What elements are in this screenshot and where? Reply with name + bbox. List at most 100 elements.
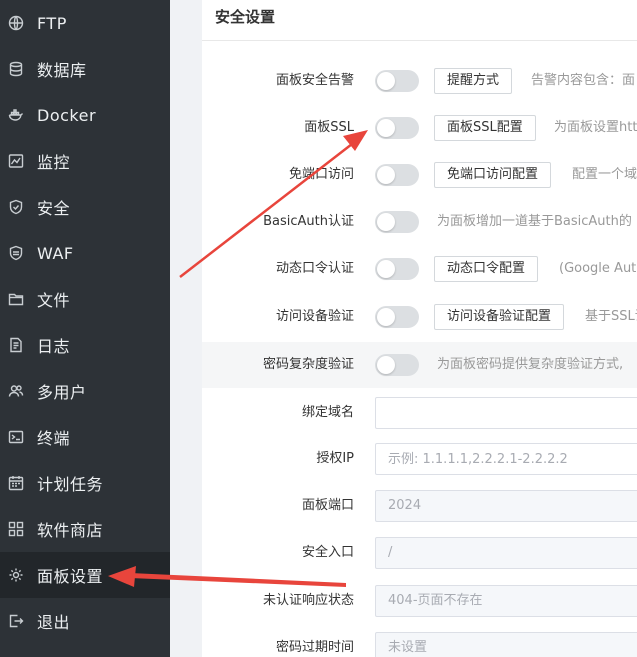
sidebar-item-docker[interactable]: Docker	[0, 92, 170, 138]
totp-toggle[interactable]	[375, 258, 419, 280]
gear-icon	[8, 567, 24, 583]
sidebar-item-label: 日志	[37, 337, 71, 356]
setting-label: 授权IP	[316, 451, 354, 466]
alert-method-button[interactable]: 提醒方式	[434, 68, 513, 94]
setting-description: 为面板设置htt	[554, 120, 637, 135]
globe-icon	[8, 15, 24, 31]
sidebar-item-label: FTP	[37, 13, 67, 33]
setting-row-portless-access: 免端口访问 免端口访问配置 配置一个域	[202, 152, 637, 198]
security-entry-field[interactable]: /	[375, 537, 637, 569]
sidebar-item-label: 退出	[37, 613, 71, 632]
log-icon	[8, 337, 24, 353]
bind-domain-input[interactable]	[375, 397, 637, 429]
sidebar-item-panel-settings[interactable]: 面板设置	[0, 552, 170, 598]
sidebar-item-database[interactable]: 数据库	[0, 46, 170, 92]
toggle-knob	[377, 260, 395, 278]
sidebar-item-label: 数据库	[37, 61, 87, 80]
setting-label: 面板安全告警	[275, 73, 354, 88]
device-verify-config-button[interactable]: 访问设备验证配置	[434, 304, 565, 330]
toggle-knob	[377, 213, 395, 231]
setting-label: 面板SSL	[304, 120, 354, 135]
shield-icon	[8, 199, 24, 215]
setting-label: BasicAuth认证	[263, 214, 354, 229]
setting-row-panel-alert: 面板安全告警 提醒方式 告警内容包含：面	[202, 58, 637, 104]
panel-ssl-toggle[interactable]	[375, 117, 419, 139]
users-icon	[8, 383, 24, 399]
sidebar-item-label: WAF	[37, 243, 74, 263]
device-verify-toggle[interactable]	[375, 306, 419, 328]
portless-access-config-button[interactable]: 免端口访问配置	[434, 162, 552, 188]
waf-shield-icon	[8, 245, 24, 261]
folder-icon	[8, 291, 24, 307]
panel-alert-toggle[interactable]	[375, 70, 419, 92]
sidebar-item-multiuser[interactable]: 多用户	[0, 368, 170, 414]
sidebar-item-ftp[interactable]: FTP	[0, 0, 170, 46]
setting-row-totp: 动态口令认证 动态口令配置 (Google Aut	[202, 246, 637, 292]
calendar-icon	[8, 475, 24, 491]
setting-row-basicauth: BasicAuth认证 为面板增加一道基于BasicAuth的	[202, 199, 637, 245]
page-title: 安全设置	[215, 8, 276, 26]
apps-icon	[8, 521, 24, 537]
sidebar-item-label: 文件	[37, 291, 71, 310]
toggle-knob	[377, 308, 395, 326]
sidebar-item-logs[interactable]: 日志	[0, 322, 170, 368]
title-divider	[202, 40, 637, 41]
basicauth-toggle[interactable]	[375, 211, 419, 233]
setting-label: 安全入口	[301, 545, 354, 560]
setting-label: 访问设备验证	[275, 309, 354, 324]
setting-label: 密码过期时间	[275, 640, 354, 655]
portless-access-toggle[interactable]	[375, 164, 419, 186]
toggle-knob	[377, 119, 395, 137]
setting-label: 绑定域名	[301, 405, 354, 420]
setting-row-panel-ssl: 面板SSL 面板SSL配置 为面板设置htt	[202, 105, 637, 151]
toggle-knob	[377, 166, 395, 184]
setting-row-bind-domain: 绑定域名	[202, 390, 637, 436]
setting-row-security-entry: 安全入口 /	[202, 530, 637, 576]
sidebar-item-cron[interactable]: 计划任务	[0, 460, 170, 506]
setting-row-panel-port: 面板端口 2024	[202, 483, 637, 529]
setting-label: 未认证响应状态	[262, 593, 354, 608]
setting-description: 告警内容包含：面	[531, 73, 636, 88]
setting-label: 面板端口	[301, 498, 354, 513]
setting-row-authorized-ip: 授权IP	[202, 436, 637, 482]
sidebar-item-label: 监控	[37, 153, 71, 172]
panel-ssl-config-button[interactable]: 面板SSL配置	[434, 115, 536, 141]
setting-label: 动态口令认证	[275, 261, 354, 276]
setting-description: 为面板密码提供复杂度验证方式,	[437, 357, 624, 372]
docker-icon	[8, 107, 24, 123]
unauth-response-select[interactable]: 404-页面不存在	[375, 585, 637, 617]
setting-row-password-complexity: 密码复杂度验证 为面板密码提供复杂度验证方式,	[202, 342, 637, 388]
sidebar-item-label: 多用户	[37, 383, 87, 402]
sidebar: FTP 数据库 Docker 监控 安全 WAF 文件 日志 多用户 终端 计划…	[0, 0, 170, 657]
sidebar-item-label: 安全	[37, 199, 71, 218]
toggle-knob	[377, 72, 395, 90]
setting-description: 基于SSL证	[585, 309, 637, 324]
logout-icon	[8, 613, 24, 629]
sidebar-item-waf[interactable]: WAF	[0, 230, 170, 276]
totp-config-button[interactable]: 动态口令配置	[434, 256, 539, 282]
password-expiry-field[interactable]: 未设置	[375, 632, 637, 657]
authorized-ip-input[interactable]	[375, 443, 637, 475]
sidebar-item-app-store[interactable]: 软件商店	[0, 506, 170, 552]
setting-row-password-expiry: 密码过期时间 未设置	[202, 625, 637, 657]
toggle-knob	[377, 356, 395, 374]
password-complexity-toggle[interactable]	[375, 354, 419, 376]
sidebar-item-monitor[interactable]: 监控	[0, 138, 170, 184]
sidebar-item-security[interactable]: 安全	[0, 184, 170, 230]
sidebar-item-label: 终端	[37, 429, 71, 448]
content-gutter	[170, 0, 202, 657]
setting-row-device-verify: 访问设备验证 访问设备验证配置 基于SSL证	[202, 294, 637, 340]
sidebar-item-terminal[interactable]: 终端	[0, 414, 170, 460]
sidebar-item-logout[interactable]: 退出	[0, 598, 170, 644]
monitor-icon	[8, 153, 24, 169]
setting-description: 配置一个域	[572, 167, 637, 182]
sidebar-item-label: 软件商店	[37, 521, 104, 540]
setting-row-unauth-response: 未认证响应状态 404-页面不存在	[202, 578, 637, 624]
setting-label: 免端口访问	[288, 167, 354, 182]
panel-port-field[interactable]: 2024	[375, 490, 637, 522]
setting-label: 密码复杂度验证	[262, 357, 354, 372]
security-settings-panel: 安全设置 面板安全告警 提醒方式 告警内容包含：面 面板SSL 面板SSL配置 …	[202, 0, 637, 657]
setting-description: 为面板增加一道基于BasicAuth的	[437, 214, 632, 229]
terminal-icon	[8, 429, 24, 445]
sidebar-item-files[interactable]: 文件	[0, 276, 170, 322]
